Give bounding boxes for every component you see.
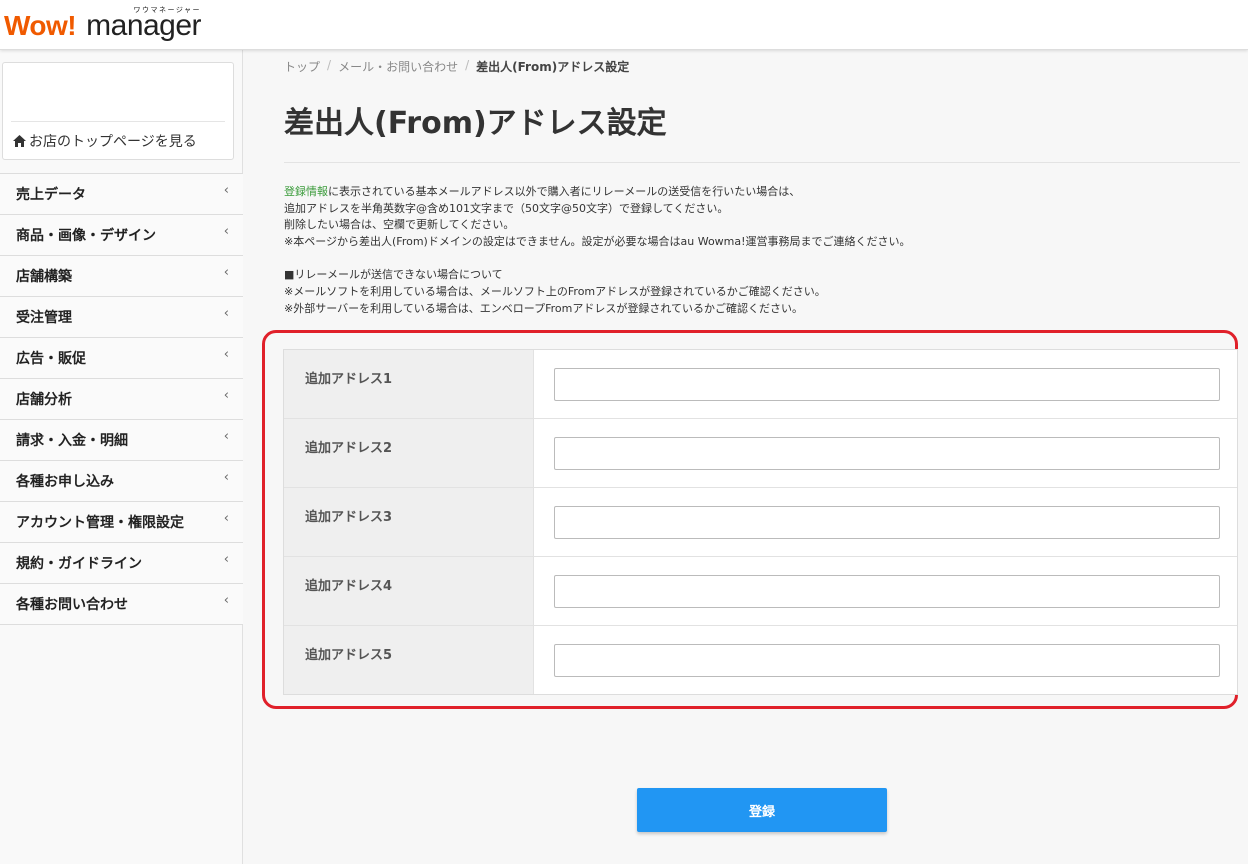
form-cell [534, 488, 1237, 556]
chevron-left-icon: ‹ [223, 183, 229, 198]
sidebar-item-billing[interactable]: 請求・入金・明細 ‹ [0, 420, 243, 461]
registration-info-link[interactable]: 登録情報 [284, 185, 328, 198]
logo-wow-text: Wow! [4, 10, 77, 41]
breadcrumb-top[interactable]: トップ [284, 58, 320, 75]
address-input-1[interactable] [554, 368, 1220, 401]
sidebar-item-label: 受注管理 [16, 310, 72, 326]
sidebar-item-accounts[interactable]: アカウント管理・権限設定 ‹ [0, 502, 243, 543]
desc-line-5: ■リレーメールが送信できない場合について [284, 268, 503, 282]
address-label-3: 追加アドレス3 [284, 488, 534, 556]
address-label-2: 追加アドレス2 [284, 419, 534, 487]
page-title: 差出人(From)アドレス設定 [284, 106, 667, 141]
sidebar-item-sales-data[interactable]: 売上データ ‹ [0, 174, 243, 215]
shop-top-page-link[interactable]: お店のトップページを見る [13, 131, 197, 151]
form-row-address-4: 追加アドレス4 [284, 557, 1237, 626]
desc-line-7: ※外部サーバーを利用している場合は、エンベロープFromアドレスが登録されている… [284, 301, 804, 315]
chevron-left-icon: ‹ [223, 265, 229, 280]
desc-line-2: 追加アドレスを半角英数字@含め101文字まで（50文字@50文字）で登録してくだ… [284, 201, 729, 215]
breadcrumb-mail-inquiry[interactable]: メール・お問い合わせ [338, 58, 458, 75]
sidebar-item-inquiries[interactable]: 各種お問い合わせ ‹ [0, 584, 243, 625]
breadcrumb-separator: / [327, 58, 332, 72]
sidebar-item-store-build[interactable]: 店舗構築 ‹ [0, 256, 243, 297]
shop-box-divider [11, 121, 225, 122]
form-cell [534, 557, 1237, 625]
form-row-address-2: 追加アドレス2 [284, 419, 1237, 488]
address-label-1: 追加アドレス1 [284, 350, 534, 418]
address-input-4[interactable] [554, 575, 1220, 608]
sidebar-item-label: 店舗分析 [16, 392, 72, 408]
sidebar-item-guidelines[interactable]: 規約・ガイドライン ‹ [0, 543, 243, 584]
desc-line-3: 削除したい場合は、空欄で更新してください。 [284, 218, 515, 232]
shop-top-page-label: お店のトップページを見る [29, 134, 197, 150]
sidebar-item-label: 売上データ [16, 187, 86, 203]
form-cell [534, 419, 1237, 487]
chevron-left-icon: ‹ [223, 470, 229, 485]
address-input-2[interactable] [554, 437, 1220, 470]
sidebar-item-ads[interactable]: 広告・販促 ‹ [0, 338, 243, 379]
form-row-address-1: 追加アドレス1 [284, 350, 1237, 419]
app-header: Wow! ワウマネージャー manager [0, 0, 1248, 50]
sidebar-item-label: 店舗構築 [16, 269, 72, 285]
form-row-address-5: 追加アドレス5 [284, 626, 1237, 694]
title-divider [284, 162, 1240, 163]
sidebar: お店のトップページを見る 売上データ ‹ 商品・画像・デザイン ‹ 店舗構築 ‹ 受注… [0, 50, 243, 864]
form-row-address-3: 追加アドレス3 [284, 488, 1237, 557]
sidebar-item-label: 請求・入金・明細 [16, 433, 128, 449]
main-content: トップ / メール・お問い合わせ / 差出人(From)アドレス設定 差出人(F… [244, 50, 1248, 864]
sidebar-item-analytics[interactable]: 店舗分析 ‹ [0, 379, 243, 420]
chevron-left-icon: ‹ [223, 306, 229, 321]
description-text: 登録情報に表示されている基本メールアドレス以外で購入者にリレーメールの送受信を行… [284, 184, 911, 317]
sidebar-item-orders[interactable]: 受注管理 ‹ [0, 297, 243, 338]
form-cell [534, 350, 1237, 418]
sidebar-item-label: 各種お問い合わせ [16, 597, 128, 613]
chevron-left-icon: ‹ [223, 429, 229, 444]
desc-line-4: ※本ページから差出人(From)ドメインの設定はできません。設定が必要な場合はa… [284, 234, 911, 248]
chevron-left-icon: ‹ [223, 388, 229, 403]
chevron-left-icon: ‹ [223, 511, 229, 526]
desc-gap [284, 250, 911, 267]
sidebar-item-applications[interactable]: 各種お申し込み ‹ [0, 461, 243, 502]
desc-line-6: ※メールソフトを利用している場合は、メールソフト上のFromアドレスが登録されて… [284, 284, 826, 298]
sidebar-menu: 売上データ ‹ 商品・画像・デザイン ‹ 店舗構築 ‹ 受注管理 ‹ 広告・販促 ‹ 店舗… [0, 173, 243, 625]
chevron-left-icon: ‹ [223, 224, 229, 239]
shop-info-box: お店のトップページを見る [2, 62, 234, 160]
sidebar-item-label: 規約・ガイドライン [16, 556, 142, 572]
home-icon [13, 135, 26, 147]
sidebar-item-label: 広告・販促 [16, 351, 86, 367]
chevron-left-icon: ‹ [223, 593, 229, 608]
breadcrumb-current: 差出人(From)アドレス設定 [476, 60, 630, 74]
address-label-4: 追加アドレス4 [284, 557, 534, 625]
breadcrumb-separator: / [465, 58, 470, 72]
chevron-left-icon: ‹ [223, 552, 229, 567]
desc-line-1: 登録情報に表示されている基本メールアドレス以外で購入者にリレーメールの送受信を行… [284, 184, 911, 201]
form-cell [534, 626, 1237, 694]
address-form-table: 追加アドレス1 追加アドレス2 追加アドレス3 追加アドレス4 追加アドレス5 [283, 349, 1238, 695]
sidebar-item-products[interactable]: 商品・画像・デザイン ‹ [0, 215, 243, 256]
logo-ruby-text: ワウマネージャー [133, 6, 202, 14]
sidebar-item-label: 商品・画像・デザイン [16, 228, 156, 244]
sidebar-item-label: アカウント管理・権限設定 [16, 515, 184, 531]
address-input-3[interactable] [554, 506, 1220, 539]
address-input-5[interactable] [554, 644, 1220, 677]
breadcrumb: トップ / メール・お問い合わせ / 差出人(From)アドレス設定 [284, 58, 629, 75]
address-label-5: 追加アドレス5 [284, 626, 534, 694]
sidebar-item-label: 各種お申し込み [16, 474, 114, 490]
wow-manager-logo[interactable]: Wow! ワウマネージャー manager [4, 4, 202, 44]
desc-line-1-text: に表示されている基本メールアドレス以外で購入者にリレーメールの送受信を行いたい場… [328, 185, 801, 198]
register-button[interactable]: 登録 [637, 788, 887, 832]
logo-manager-wrap: ワウマネージャー manager [86, 6, 202, 44]
chevron-left-icon: ‹ [223, 347, 229, 362]
